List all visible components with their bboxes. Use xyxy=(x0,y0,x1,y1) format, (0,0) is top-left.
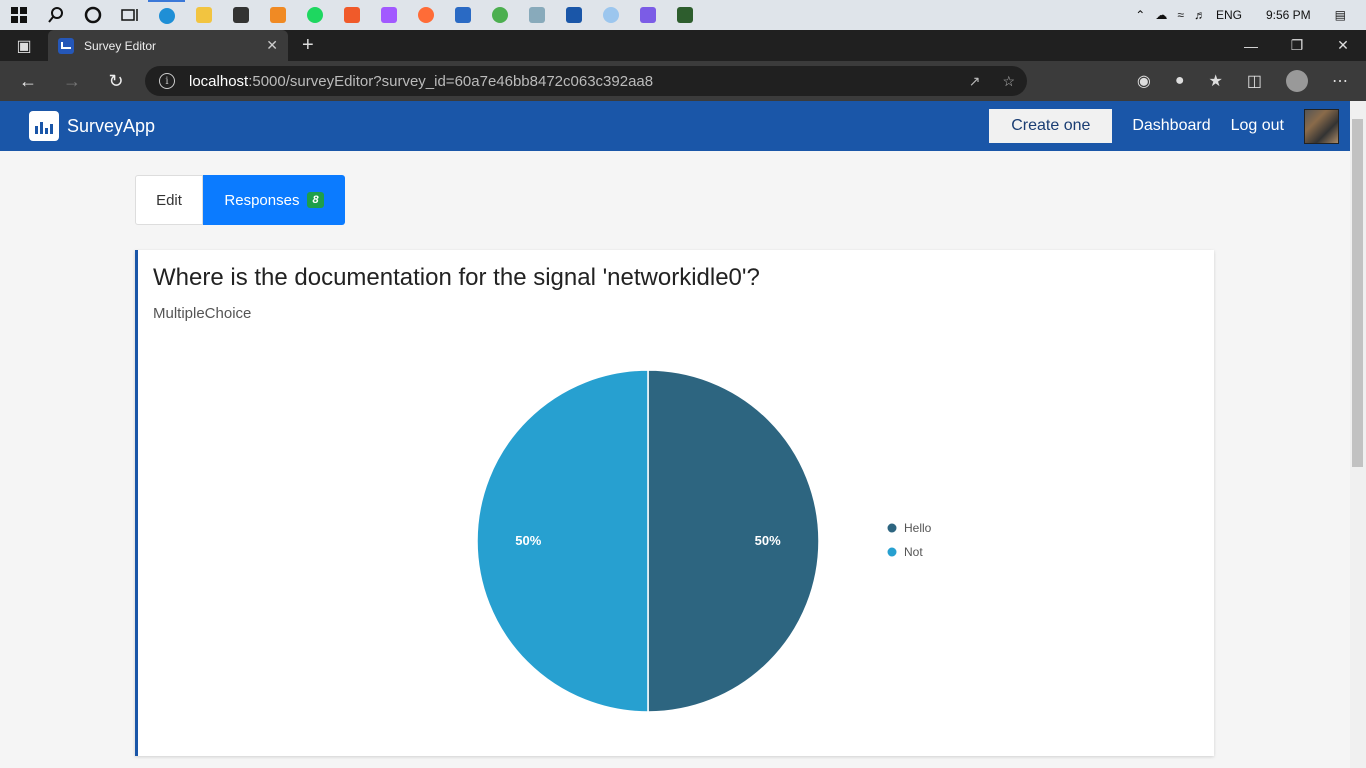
postman-icon[interactable] xyxy=(407,0,444,30)
green-app-icon[interactable] xyxy=(666,0,703,30)
profile-icon[interactable] xyxy=(1286,70,1308,92)
collections-icon[interactable]: ◫ xyxy=(1247,71,1262,91)
close-window-icon[interactable]: ✕ xyxy=(1320,30,1366,61)
figma-icon[interactable] xyxy=(370,0,407,30)
refresh-icon[interactable]: ↻ xyxy=(94,61,138,101)
start-icon[interactable] xyxy=(0,0,37,30)
search-icon[interactable] xyxy=(37,0,74,30)
mongodb-icon[interactable] xyxy=(481,0,518,30)
tab-responses-label: Responses xyxy=(224,191,300,209)
back-icon[interactable]: ← xyxy=(6,61,50,101)
page-scrollbar[interactable] xyxy=(1350,101,1366,768)
app-navbar: SurveyApp Create one Dashboard Log out xyxy=(0,101,1350,151)
question-type: MultipleChoice xyxy=(153,305,252,322)
store-icon[interactable] xyxy=(222,0,259,30)
restore-icon[interactable]: ❐ xyxy=(1274,30,1320,61)
create-one-button[interactable]: Create one xyxy=(989,109,1113,143)
clock[interactable]: 9:56 PM xyxy=(1266,8,1311,22)
cortana-icon[interactable] xyxy=(74,0,111,30)
brand-name: SurveyApp xyxy=(67,115,156,136)
chevron-up-icon[interactable]: ⌃ xyxy=(1135,8,1145,22)
monitor-app-icon[interactable] xyxy=(518,0,555,30)
window-controls: — ❐ ✕ xyxy=(1228,30,1366,61)
system-tray: ⌃ ☁ ≈ ♬ ENG 9:56 PM ▤ xyxy=(1135,0,1366,30)
chart-logo-icon xyxy=(29,111,59,141)
responses-pie-chart: 50% Hello 50% Not xyxy=(476,369,932,713)
onedrive-icon[interactable]: ☁ xyxy=(1155,8,1167,22)
url-bar[interactable]: i localhost:5000/surveyEditor?survey_id=… xyxy=(145,66,1027,96)
question-title: Where is the documentation for the signa… xyxy=(153,264,760,291)
notifications-icon[interactable]: ▤ xyxy=(1335,8,1346,22)
pie-label-hello: 50% xyxy=(755,533,781,548)
survey-favicon-icon xyxy=(58,37,74,54)
logout-link[interactable]: Log out xyxy=(1231,117,1284,135)
forward-icon[interactable]: → xyxy=(50,61,94,101)
favorites-icon[interactable]: ★ xyxy=(1209,71,1223,91)
brave-icon[interactable] xyxy=(333,0,370,30)
browser-tab-title: Survey Editor xyxy=(84,38,157,53)
spotify-icon[interactable] xyxy=(296,0,333,30)
user-avatar[interactable] xyxy=(1304,108,1339,144)
tab-responses[interactable]: Responses 8 xyxy=(203,175,345,225)
editor-tabs: Edit Responses 8 xyxy=(135,175,345,225)
url-host: localhost xyxy=(189,72,249,90)
task-view-icon[interactable] xyxy=(111,0,148,30)
pie-label-not: 50% xyxy=(515,533,541,548)
windows-taskbar: ⌃ ☁ ≈ ♬ ENG 9:56 PM ▤ xyxy=(0,0,1366,30)
legend-marker-not xyxy=(887,547,897,557)
brand[interactable]: SurveyApp xyxy=(29,111,155,141)
close-tab-icon[interactable]: ✕ xyxy=(266,37,278,54)
new-tab-icon[interactable]: + xyxy=(302,34,314,57)
language-indicator[interactable]: ENG xyxy=(1216,8,1242,22)
url-path: :5000/surveyEditor?survey_id=60a7e46bb84… xyxy=(248,72,654,90)
minimize-icon[interactable]: — xyxy=(1228,30,1274,61)
extension-cookie-icon[interactable]: ● xyxy=(1175,72,1185,90)
browser-tab[interactable]: Survey Editor ✕ xyxy=(48,30,288,61)
extensions-area: ◉ ● ★ ◫ ⋯ xyxy=(1137,61,1366,101)
volume-icon[interactable]: ♬ xyxy=(1194,8,1206,22)
open-in-app-icon[interactable]: ↗ xyxy=(969,73,981,90)
edge-taskbar-icon[interactable] xyxy=(148,0,185,30)
sublime-icon[interactable] xyxy=(259,0,296,30)
powershell-icon[interactable] xyxy=(444,0,481,30)
info-icon[interactable]: i xyxy=(159,73,175,89)
more-menu-icon[interactable]: ⋯ xyxy=(1332,71,1348,91)
circle-app-icon[interactable] xyxy=(592,0,629,30)
wifi-icon[interactable]: ≈ xyxy=(1177,8,1184,22)
pie-slice-not[interactable] xyxy=(476,369,649,713)
address-toolbar: ← → ↻ i localhost:5000/surveyEditor?surv… xyxy=(0,61,1366,101)
tab-actions-icon[interactable]: ▣ xyxy=(0,36,48,56)
dashboard-link[interactable]: Dashboard xyxy=(1132,117,1210,135)
survey-app-taskbar-icon[interactable] xyxy=(555,0,592,30)
scrollbar-thumb[interactable] xyxy=(1352,119,1363,467)
legend-label-hello[interactable]: Hello xyxy=(904,521,932,535)
pie-slice-hello[interactable] xyxy=(647,369,820,713)
tab-edit[interactable]: Edit xyxy=(135,175,203,225)
add-favorite-icon[interactable]: ☆ xyxy=(1002,73,1015,90)
extension-cat-icon[interactable]: ◉ xyxy=(1137,71,1151,91)
file-explorer-icon[interactable] xyxy=(185,0,222,30)
legend-marker-hello xyxy=(887,523,897,533)
legend-label-not[interactable]: Not xyxy=(904,545,923,559)
purple-app-icon[interactable] xyxy=(629,0,666,30)
question-card: Where is the documentation for the signa… xyxy=(135,250,1214,756)
browser-tab-strip: ▣ Survey Editor ✕ + — ❐ ✕ xyxy=(0,30,1366,61)
responses-count-badge: 8 xyxy=(307,192,324,208)
nav-right: Create one Dashboard Log out xyxy=(989,108,1339,144)
